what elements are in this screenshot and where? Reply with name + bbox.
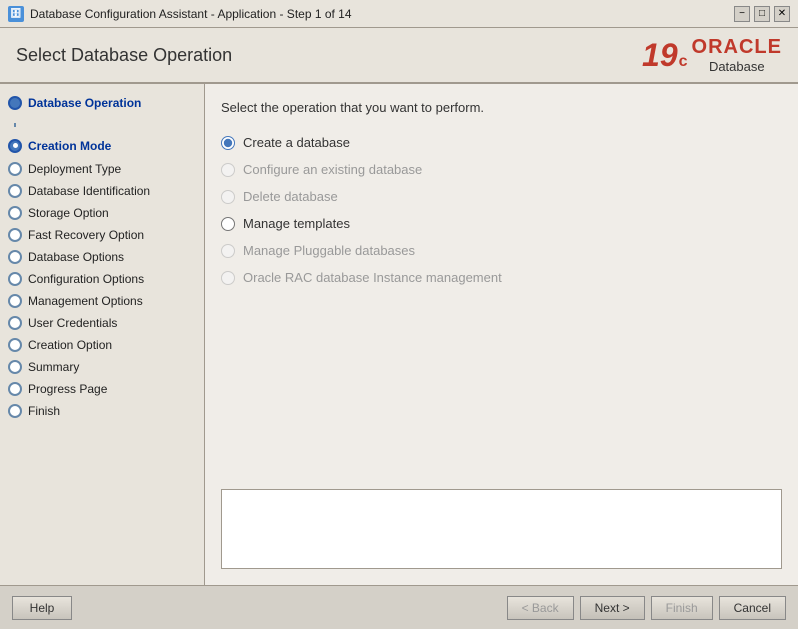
step-indicator-summary (8, 360, 22, 374)
title-bar-controls: − □ ✕ (734, 6, 790, 22)
step-indicator-creation-option (8, 338, 22, 352)
sidebar-label-configuration-options: Configuration Options (28, 272, 144, 286)
radio-option-configure-existing[interactable]: Configure an existing database (221, 162, 782, 177)
next-button[interactable]: Next > (580, 596, 645, 620)
radio-option-oracle-rac[interactable]: Oracle RAC database Instance management (221, 270, 782, 285)
sidebar-item-progress-page[interactable]: Progress Page (0, 378, 204, 400)
title-bar: 🗄 Database Configuration Assistant - App… (0, 0, 798, 28)
sidebar-item-fast-recovery-option[interactable]: Fast Recovery Option (0, 224, 204, 246)
title-bar-left: 🗄 Database Configuration Assistant - App… (8, 6, 352, 22)
content-spacer (221, 285, 782, 489)
sidebar-label-progress-page: Progress Page (28, 382, 107, 396)
radio-label-delete-database: Delete database (243, 189, 338, 204)
cancel-button[interactable]: Cancel (719, 596, 786, 620)
title-bar-text: Database Configuration Assistant - Appli… (30, 7, 352, 21)
step-indicator-database-operation (8, 96, 22, 110)
sidebar-item-summary[interactable]: Summary (0, 356, 204, 378)
sidebar-label-user-credentials: User Credentials (28, 316, 117, 330)
radio-option-delete-database[interactable]: Delete database (221, 189, 782, 204)
step-indicator-progress-page (8, 382, 22, 396)
step-connector (14, 123, 16, 127)
sidebar-label-management-options: Management Options (28, 294, 143, 308)
oracle-version: 19 (642, 37, 678, 74)
sidebar-item-creation-option[interactable]: Creation Option (0, 334, 204, 356)
sidebar-label-database-options: Database Options (28, 250, 124, 264)
page-title: Select Database Operation (16, 45, 232, 66)
sidebar-item-database-identification[interactable]: Database Identification (0, 180, 204, 202)
sidebar-label-finish: Finish (28, 404, 60, 418)
close-button[interactable]: ✕ (774, 6, 790, 22)
radio-manage-pluggable[interactable] (221, 244, 235, 258)
sidebar: Database Operation Creation Mode Deploym… (0, 84, 205, 585)
step-indicator-management-options (8, 294, 22, 308)
sidebar-item-finish[interactable]: Finish (0, 400, 204, 422)
step-indicator-deployment-type (8, 162, 22, 176)
step-indicator-finish (8, 404, 22, 418)
finish-button[interactable]: Finish (651, 596, 713, 620)
app-icon: 🗄 (8, 6, 24, 22)
sidebar-label-database-operation: Database Operation (28, 96, 141, 110)
sidebar-item-creation-mode-row[interactable]: Creation Mode (0, 136, 204, 158)
sidebar-label-deployment-type: Deployment Type (28, 162, 121, 176)
step-indicator-creation-mode (8, 139, 22, 153)
sidebar-label-database-identification: Database Identification (28, 184, 150, 198)
content-panel: Select the operation that you want to pe… (205, 84, 798, 585)
radio-configure-existing[interactable] (221, 163, 235, 177)
back-button[interactable]: < Back (507, 596, 574, 620)
radio-create-database[interactable] (221, 136, 235, 150)
radio-label-configure-existing: Configure an existing database (243, 162, 422, 177)
radio-manage-templates[interactable] (221, 217, 235, 231)
sidebar-item-management-options[interactable]: Management Options (0, 290, 204, 312)
sidebar-label-fast-recovery-option: Fast Recovery Option (28, 228, 144, 242)
radio-delete-database[interactable] (221, 190, 235, 204)
help-button[interactable]: Help (12, 596, 72, 620)
sidebar-label-creation-option: Creation Option (28, 338, 112, 352)
content-instruction: Select the operation that you want to pe… (221, 100, 782, 115)
oracle-superscript: c (679, 53, 688, 71)
step-indicator-configuration-options (8, 272, 22, 286)
step-indicator-user-credentials (8, 316, 22, 330)
content-textarea[interactable] (221, 489, 782, 569)
step-indicator-fast-recovery-option (8, 228, 22, 242)
footer: Help < Back Next > Finish Cancel (0, 585, 798, 629)
page-header: Select Database Operation 19 c ORACLE Da… (0, 28, 798, 84)
radio-label-manage-templates: Manage templates (243, 216, 350, 231)
radio-label-oracle-rac: Oracle RAC database Instance management (243, 270, 502, 285)
sidebar-label-summary: Summary (28, 360, 79, 374)
radio-label-manage-pluggable: Manage Pluggable databases (243, 243, 415, 258)
sidebar-item-database-operation[interactable]: Database Operation (0, 92, 204, 114)
sidebar-label-creation-mode: Creation Mode (28, 139, 111, 153)
footer-right: < Back Next > Finish Cancel (507, 596, 786, 620)
radio-option-manage-pluggable[interactable]: Manage Pluggable databases (221, 243, 782, 258)
main-content: Database Operation Creation Mode Deploym… (0, 84, 798, 585)
radio-group: Create a database Configure an existing … (221, 135, 782, 285)
oracle-product: Database (709, 59, 765, 74)
sidebar-item-user-credentials[interactable]: User Credentials (0, 312, 204, 334)
sidebar-item-configuration-options[interactable]: Configuration Options (0, 268, 204, 290)
sidebar-item-database-options[interactable]: Database Options (0, 246, 204, 268)
oracle-logo: 19 c ORACLE Database (642, 36, 782, 74)
step-indicator-storage-option (8, 206, 22, 220)
sidebar-item-creation-mode[interactable] (0, 114, 204, 136)
step-indicator-database-identification (8, 184, 22, 198)
minimize-button[interactable]: − (734, 6, 750, 22)
maximize-button[interactable]: □ (754, 6, 770, 22)
radio-option-create-database[interactable]: Create a database (221, 135, 782, 150)
radio-option-manage-templates[interactable]: Manage templates (221, 216, 782, 231)
oracle-text: ORACLE Database (692, 36, 782, 74)
sidebar-label-storage-option: Storage Option (28, 206, 109, 220)
footer-left: Help (12, 596, 72, 620)
oracle-brand: ORACLE (692, 36, 782, 59)
sidebar-item-storage-option[interactable]: Storage Option (0, 202, 204, 224)
step-indicator-database-options (8, 250, 22, 264)
radio-label-create-database: Create a database (243, 135, 350, 150)
sidebar-item-deployment-type[interactable]: Deployment Type (0, 158, 204, 180)
radio-oracle-rac[interactable] (221, 271, 235, 285)
